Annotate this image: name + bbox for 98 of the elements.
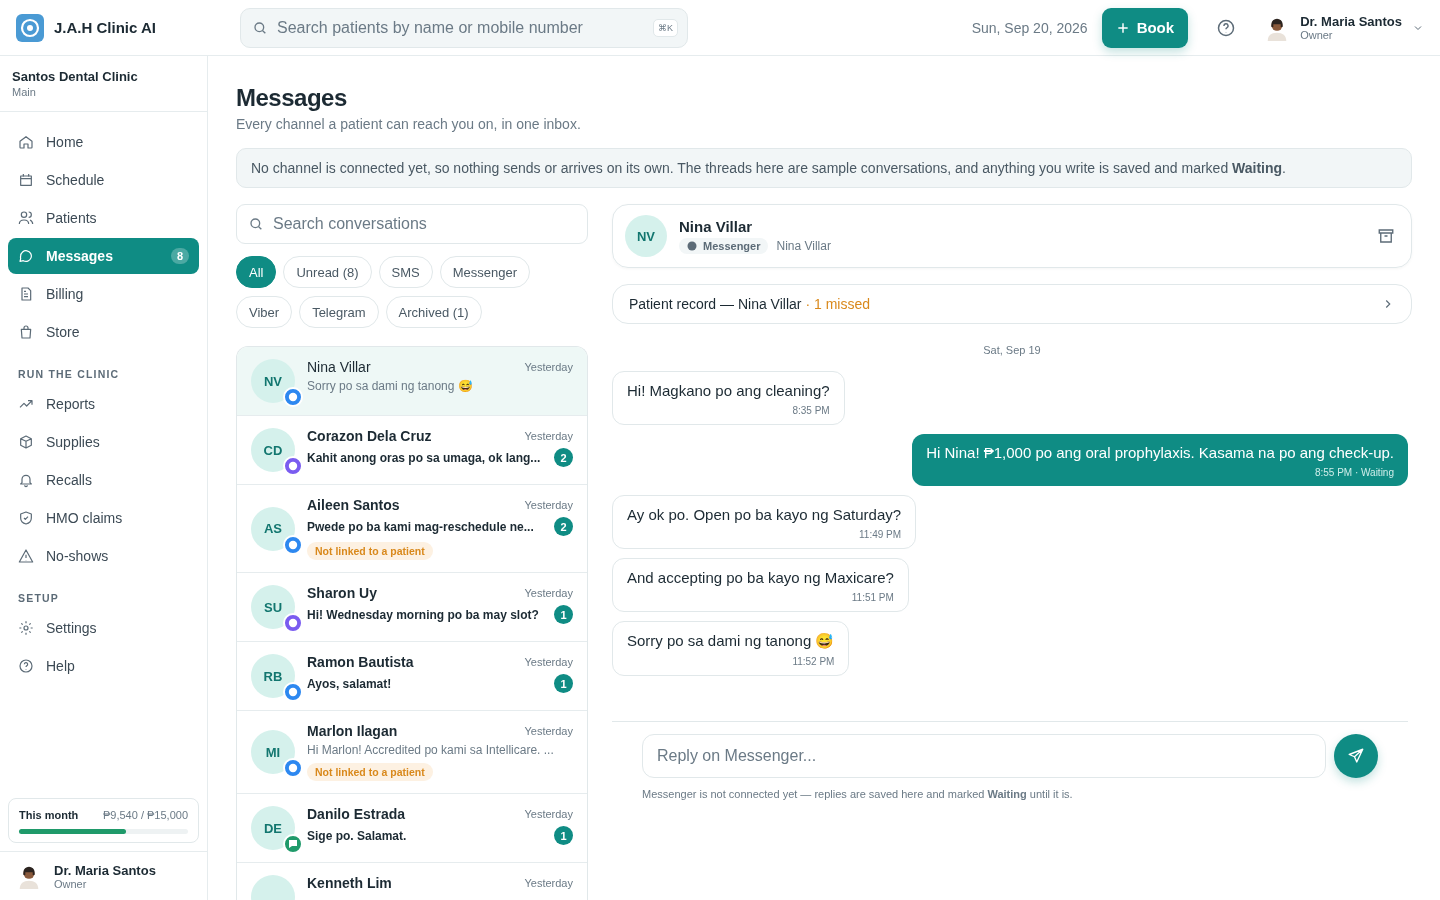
contact-name: Danilo Estrada: [307, 806, 406, 822]
record-label: Patient record — Nina Villar: [629, 296, 802, 312]
channel-tag: Messenger: [679, 238, 769, 254]
unread-count: 2: [554, 517, 573, 536]
contact-name: Kenneth Lim: [307, 875, 392, 891]
contact-name: Nina Villar: [679, 218, 754, 235]
message-preview: Hi Marlon! Accredited po kami sa Intellicare. ...: [307, 743, 554, 757]
unread-count: 1: [554, 605, 573, 624]
status-tag: Not linked to a patient: [307, 542, 433, 560]
nav-item[interactable]: Supplies: [8, 424, 199, 460]
avatar-initials: MI: [251, 730, 295, 774]
filter-chip[interactable]: All: [236, 256, 277, 288]
nav-item[interactable]: Reports: [8, 386, 199, 422]
avatar-initials: RB: [251, 654, 295, 698]
avatar-initials: DE: [251, 806, 295, 850]
filter-chip[interactable]: Archived (1): [385, 296, 482, 328]
message-preview: Kahit anong oras po sa umaga, ok lang...: [307, 450, 541, 465]
composer-note: Messenger is not connected yet — replies are saved here and marked Waiting until it is.: [642, 788, 1074, 800]
message-time: Yesterday: [524, 877, 573, 889]
section-heading: SETUP: [17, 592, 60, 606]
section-heading: RUN THE CLINIC: [17, 368, 121, 382]
avatar-initials: SU: [251, 585, 295, 629]
message-preview: Hi! Wednesday morning po ba may slot?: [307, 607, 539, 622]
filter-chip[interactable]: Messenger: [439, 256, 531, 288]
usage-value: ₱9,540 / ₱15,000: [103, 809, 188, 821]
avatar-initials: NV: [625, 215, 667, 257]
conversation-item[interactable]: AS Aileen Santos Yesterday Pwede po ba kami mag-reschedule ne... 2 Not linked to a patient: [237, 485, 587, 573]
nav-item[interactable]: Messages 8: [8, 238, 199, 274]
nav-item[interactable]: Billing: [8, 276, 199, 312]
nav-item[interactable]: No-shows: [8, 538, 199, 574]
message-bubble: Hi! Magkano po ang cleaning? 8:35 PM: [612, 371, 845, 425]
contact-name: Sharon Uy: [307, 585, 377, 601]
filter-chip[interactable]: Unread (8): [283, 256, 372, 288]
contact-name: Aileen Santos: [307, 497, 400, 513]
reply-field[interactable]: Reply on Messenger...: [642, 734, 1326, 778]
message-bubble: Ay ok po. Open po ba kayo ng Saturday? 11:49 PM: [612, 495, 917, 549]
current-date: Sun, Sep 20, 2026: [971, 19, 1088, 36]
search-field[interactable]: Search conversations: [236, 204, 588, 244]
branch-name: Main: [12, 86, 37, 98]
count-badge: 8: [170, 248, 189, 264]
avatar-initials: CD: [251, 428, 295, 472]
clinic-name: Santos Dental Clinic: [12, 69, 139, 84]
avatar-initials: NV: [251, 359, 295, 403]
conversation-item[interactable]: DE Danilo Estrada Yesterday Sige po. Salamat. 1: [237, 794, 587, 863]
contact-name: Nina Villar: [307, 359, 371, 375]
message-time: Yesterday: [524, 361, 573, 373]
usage-label: This month: [19, 809, 79, 821]
date-divider: Sat, Sep 19: [983, 344, 1041, 356]
nav-item[interactable]: Patients: [8, 200, 199, 236]
unread-count: 1: [554, 674, 573, 693]
contact-name: Corazon Dela Cruz: [307, 428, 432, 444]
nav-item[interactable]: HMO claims: [8, 500, 199, 536]
notice-banner: No channel is connected yet, so nothing sends or arrives on its own. The threads here are sample conversations, and anything you write is saved and marked Waiting.: [236, 148, 1412, 188]
message-preview: Sorry po sa dami ng tanong 😅: [307, 379, 473, 393]
conversation-item[interactable]: RB Ramon Bautista Yesterday Ayos, salamat! 1: [237, 642, 587, 711]
page-subtitle: Every channel a patient can reach you on, in one inbox.: [236, 116, 582, 132]
unread-count: 2: [554, 448, 573, 467]
filter-chip[interactable]: Viber: [236, 296, 293, 328]
patient-record-link[interactable]: Patient record — Nina Villar · 1 missed: [612, 284, 1412, 324]
nav-item[interactable]: Store: [8, 314, 199, 350]
message-time: Yesterday: [524, 430, 573, 442]
filter-chip[interactable]: Telegram: [299, 296, 379, 328]
conversation-item[interactable]: MI Marlon Ilagan Yesterday Hi Marlon! Accredited po kami sa Intellicare. ... Not linked to a patient: [237, 711, 587, 794]
message-bubble: Sorry po sa dami ng tanong 😅 11:52 PM: [612, 621, 850, 676]
message-time: Yesterday: [524, 587, 573, 599]
conversation-item[interactable]: NV Nina Villar Yesterday Sorry po sa dami ng tanong 😅: [237, 347, 587, 416]
user-role: Owner: [1300, 29, 1334, 41]
contact-name: Ramon Bautista: [307, 654, 414, 670]
message-preview: Pwede po ba kami mag-reschedule ne...: [307, 519, 534, 534]
user-name: Dr. Maria Santos: [1300, 14, 1402, 29]
contact-name: Marlon Ilagan: [307, 723, 398, 739]
page-title: Messages: [236, 84, 348, 112]
conversation-item[interactable]: SU Sharon Uy Yesterday Hi! Wednesday morning po ba may slot? 1: [237, 573, 587, 642]
user-name: Dr. Maria Santos: [54, 862, 156, 878]
message-time: Yesterday: [524, 656, 573, 668]
nav-item[interactable]: Settings: [8, 610, 199, 646]
message-time: Yesterday: [524, 725, 573, 737]
unread-count: 1: [554, 826, 573, 845]
nav-item[interactable]: Recalls: [8, 462, 199, 498]
nav-item[interactable]: Home: [8, 124, 199, 160]
conversation-item[interactable]: CD Corazon Dela Cruz Yesterday Kahit anong oras po sa umaga, ok lang... 2: [237, 416, 587, 485]
message-time: Yesterday: [524, 808, 573, 820]
book-button[interactable]: Book: [1101, 7, 1189, 48]
message-bubble: Hi Nina! ₱1,000 po ang oral prophylaxis. Kasama na po ang check-up. 8:55 PM · Waiting: [912, 434, 1408, 486]
message-bubble: And accepting po ba kayo ng Maxicare? 11:51 PM: [612, 558, 909, 612]
message-time: Yesterday: [524, 499, 573, 511]
message-preview: Ayos, salamat!: [307, 676, 392, 691]
conversation-item[interactable]: Kenneth Lim Yesterday: [237, 863, 587, 900]
app-name: J.A.H Clinic AI: [54, 19, 156, 36]
status-tag: Not linked to a patient: [307, 763, 433, 781]
filter-chip[interactable]: SMS: [378, 256, 433, 288]
missed-count: · 1 missed: [805, 296, 871, 312]
contact-handle: Nina Villar: [776, 239, 831, 253]
user-role: Owner: [54, 877, 88, 890]
nav-item[interactable]: Help: [8, 648, 199, 684]
nav-item[interactable]: Schedule: [8, 162, 199, 198]
avatar-initials: AS: [251, 506, 295, 551]
message-preview: Sige po. Salamat.: [307, 828, 407, 843]
